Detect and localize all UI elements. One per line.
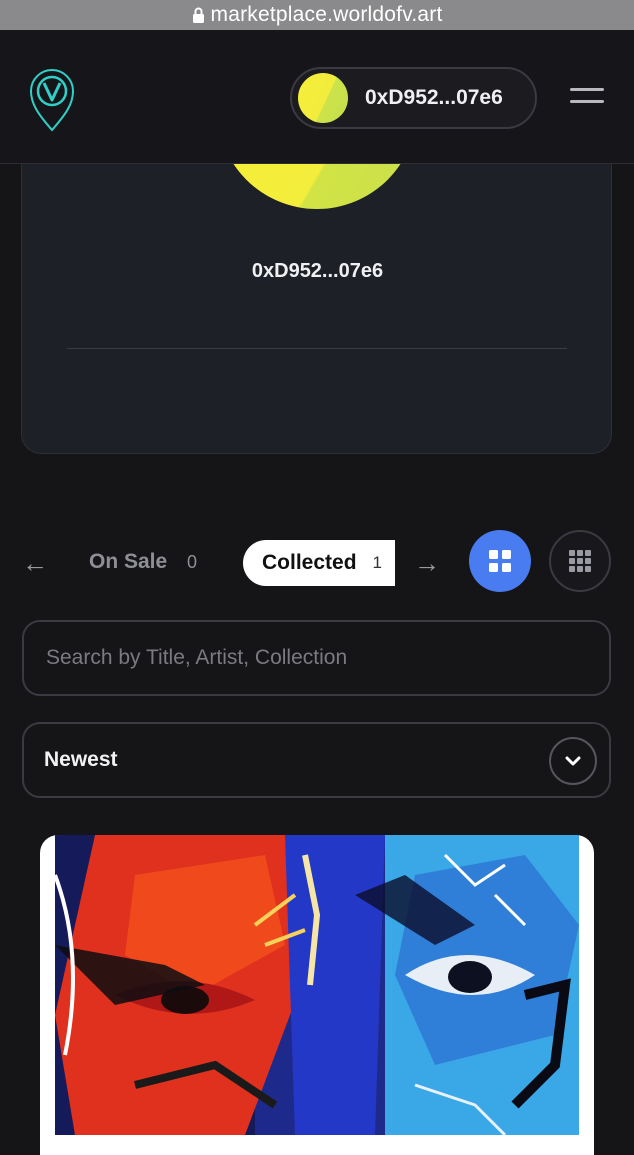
grid-small-view-button[interactable] (549, 530, 611, 592)
browser-url-bar[interactable]: marketplace.worldofv.art (0, 0, 634, 30)
sort-selected-value: Newest (44, 748, 118, 771)
tab-on-sale[interactable]: On Sale (89, 550, 167, 574)
tab-collected-count: 1 (372, 553, 382, 572)
profile-card: 0xD952...07e6 (21, 164, 612, 454)
nft-artwork-image (55, 835, 579, 1135)
world-of-v-logo[interactable] (28, 66, 76, 132)
lock-icon (192, 7, 204, 23)
tabs-prev-arrow-icon[interactable]: ← (22, 548, 48, 579)
collection-tabs: ← On Sale 0 Collected 1 → (0, 530, 634, 596)
tab-collected[interactable]: Collected 1 (243, 540, 395, 586)
grid-large-view-button[interactable] (469, 530, 531, 592)
search-box (22, 620, 611, 696)
search-input[interactable] (46, 646, 586, 670)
profile-address: 0xD952...07e6 (251, 260, 384, 282)
nft-card[interactable] (40, 835, 594, 1155)
wallet-address: 0xD952...07e6 (365, 86, 503, 109)
app-header: 0xD952...07e6 (0, 30, 634, 164)
hamburger-menu-icon[interactable] (570, 88, 604, 110)
tab-collected-label: Collected (262, 551, 357, 574)
grid-large-icon (489, 550, 511, 572)
tab-on-sale-count: 0 (187, 552, 198, 572)
wallet-button[interactable]: 0xD952...07e6 (290, 67, 537, 129)
profile-avatar (217, 164, 417, 209)
profile-divider (67, 348, 567, 349)
sort-dropdown[interactable]: Newest (22, 722, 611, 798)
grid-small-icon (569, 550, 591, 572)
url-text: marketplace.worldofv.art (210, 3, 443, 26)
chevron-down-icon[interactable] (549, 737, 597, 785)
tabs-next-arrow-icon[interactable]: → (414, 548, 440, 579)
wallet-avatar (298, 73, 348, 123)
